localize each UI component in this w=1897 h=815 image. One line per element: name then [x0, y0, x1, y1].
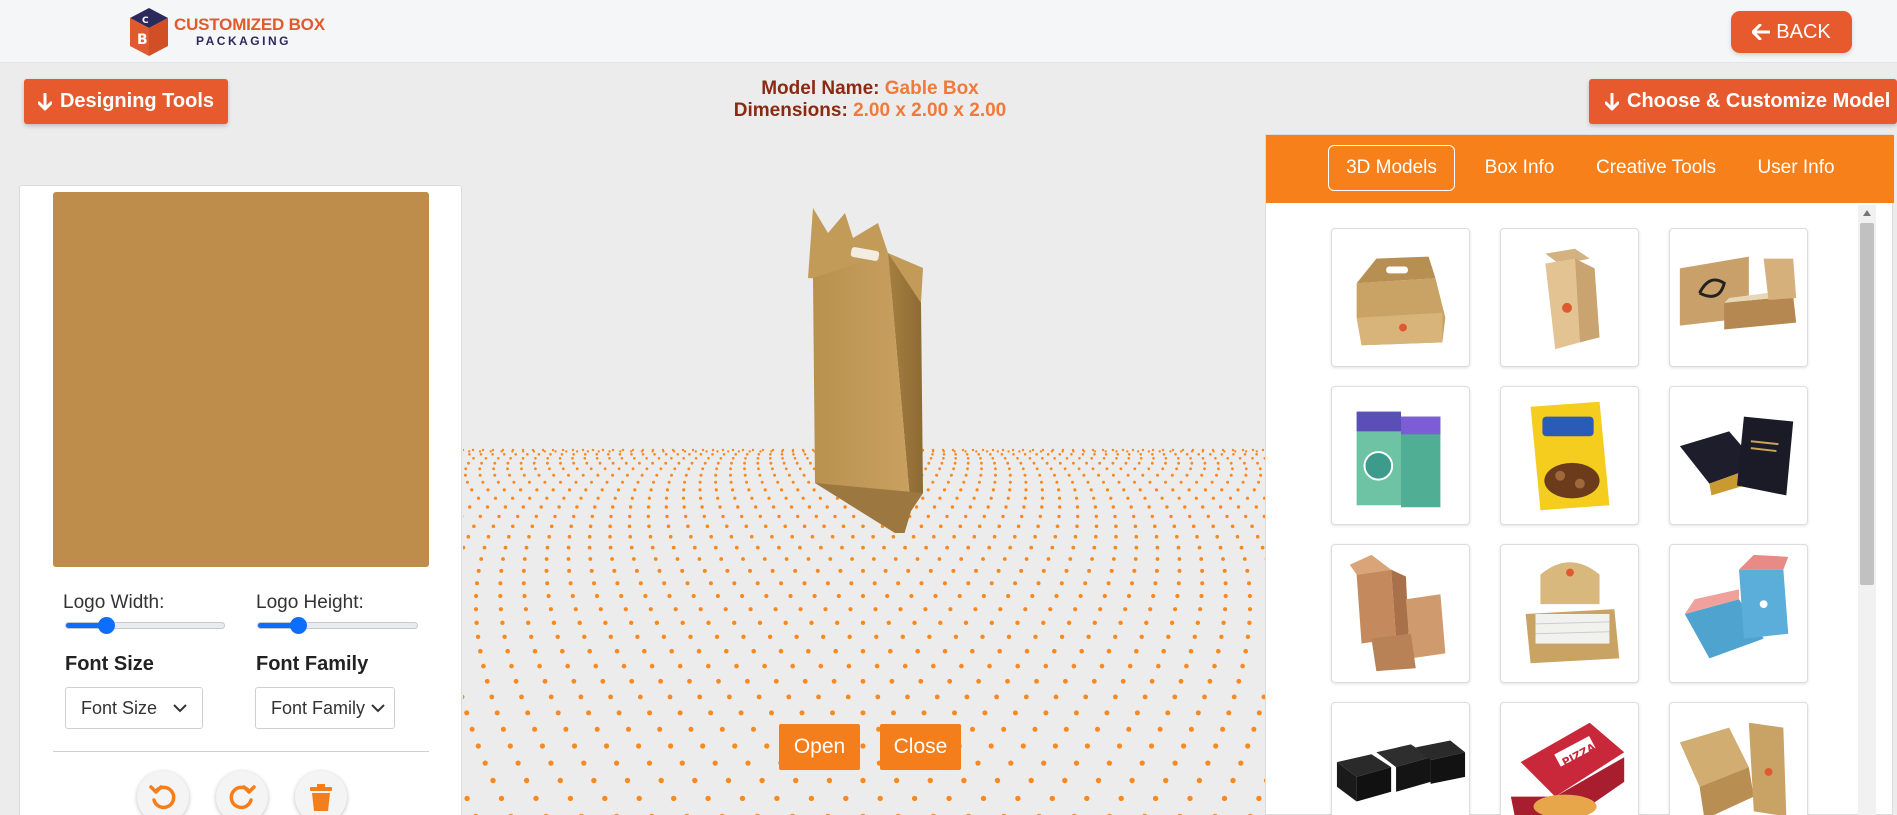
blue-folding-box-image [1684, 554, 1789, 659]
brand-name: CUSTOMIZED BOX [174, 15, 325, 34]
model-thumb-display-pack-box[interactable] [1331, 386, 1470, 525]
designing-tools-panel: Logo Width: Logo Height: Font Size Font … [19, 185, 462, 815]
tab-label: Creative Tools [1595, 157, 1717, 178]
model-thumb-mailer-box[interactable] [1669, 228, 1808, 367]
kraft-sleeve-box-image [1679, 722, 1787, 815]
back-label: BACK [1776, 20, 1831, 43]
top-bar: B C CUSTOMIZED BOX PACKAGING BACK [0, 0, 1897, 63]
font-family-value: Font Family [271, 697, 366, 718]
choose-model-label: Choose & Customize Model [1627, 90, 1891, 112]
close-box-button[interactable]: Close [880, 724, 961, 770]
model-thumb-counter-display-box[interactable] [1500, 544, 1639, 683]
counter-display-box-image [1525, 562, 1620, 664]
font-size-value: Font Size [81, 697, 158, 718]
arrow-down-icon [1605, 92, 1619, 110]
svg-text:C: C [142, 16, 149, 26]
model-chooser-panel: 3D Models Box Info Creative Tools User I… [1265, 134, 1894, 815]
tab-user-info[interactable]: User Info [1734, 145, 1858, 191]
mailer-box-image [1679, 256, 1797, 330]
designing-tools-button[interactable]: Designing Tools [24, 79, 228, 124]
pizza-box-image: PIZZA [1510, 722, 1625, 815]
designing-tools-label: Designing Tools [59, 90, 215, 112]
model-thumb-gable-box[interactable] [1331, 228, 1470, 367]
models-grid: PIZZA [1266, 203, 1894, 815]
gable-box-image [1356, 256, 1446, 346]
choose-customize-model-button[interactable]: Choose & Customize Model [1589, 79, 1897, 124]
scroll-thumb[interactable] [1860, 223, 1874, 585]
logo-cube-icon: B C [130, 8, 168, 56]
chevron-down-icon [371, 704, 385, 713]
model-thumb-pizza-box[interactable]: PIZZA [1500, 702, 1639, 815]
tab-label: Box Info [1484, 157, 1555, 178]
font-size-select[interactable]: Font Size [65, 687, 203, 729]
logo-height-thumb[interactable] [289, 617, 307, 634]
display-pack-box-image [1356, 411, 1441, 508]
tuck-end-box-image [1545, 248, 1600, 350]
logo-width-thumb[interactable] [97, 617, 115, 634]
model-thumb-kraft-sleeve-box[interactable] [1669, 702, 1808, 815]
tab-label: User Info [1757, 157, 1835, 178]
back-button[interactable]: BACK [1731, 11, 1852, 53]
design-preview-canvas[interactable] [53, 192, 429, 567]
panel-tabs: 3D Models Box Info Creative Tools User I… [1266, 135, 1894, 203]
logo-width-label: Logo Width: [63, 592, 165, 613]
3d-viewport[interactable] [463, 130, 1265, 815]
tab-creative-tools[interactable]: Creative Tools [1580, 145, 1732, 191]
model-thumb-snack-counter-box[interactable] [1500, 386, 1639, 525]
arrow-left-icon [1752, 24, 1771, 40]
close-label: Close [893, 735, 948, 758]
model-thumb-black-premium-box[interactable] [1669, 386, 1808, 525]
model-dimensions-row: Dimensions: 2.00 x 2.00 x 2.00 [650, 100, 1090, 122]
model-thumb-blue-folding-box[interactable] [1669, 544, 1808, 683]
model-dims-label: Dimensions: [733, 100, 848, 121]
logo-height-slider[interactable] [257, 617, 418, 634]
trash-icon [310, 784, 332, 811]
model-info: Model Name: Gable Box Dimensions: 2.00 x… [650, 78, 1090, 122]
tab-3d-models[interactable]: 3D Models [1328, 145, 1455, 191]
svg-text:B: B [137, 32, 148, 48]
undo-button[interactable] [137, 771, 189, 815]
logo-width-slider[interactable] [65, 617, 225, 634]
arrow-down-icon [37, 92, 52, 110]
model-name-row: Model Name: Gable Box [650, 78, 1090, 100]
tab-box-info[interactable]: Box Info [1467, 145, 1572, 191]
model-thumb-tuck-end-box[interactable] [1500, 228, 1639, 367]
redo-button[interactable] [216, 771, 268, 815]
undo-icon [149, 785, 176, 810]
model-name-value: Gable Box [884, 78, 979, 99]
delete-button[interactable] [295, 771, 347, 815]
open-box-button[interactable]: Open [779, 724, 860, 770]
font-size-label: Font Size [65, 653, 154, 675]
model-dims-value: 2.00 x 2.00 x 2.00 [853, 100, 1007, 121]
tab-label: 3D Models [1346, 157, 1437, 178]
brand-logo[interactable]: B C CUSTOMIZED BOX PACKAGING [126, 6, 326, 58]
model-name-label: Model Name: [761, 78, 880, 99]
open-label: Open [793, 735, 846, 758]
kraft-box-set-image [1349, 554, 1446, 672]
brand-subtitle: PACKAGING [196, 34, 291, 48]
panel-divider [53, 751, 429, 752]
models-scrollbar[interactable] [1858, 205, 1876, 815]
font-family-label: Font Family [256, 653, 369, 675]
chevron-down-icon [173, 704, 187, 713]
logo-height-label: Logo Height: [256, 592, 364, 613]
font-family-select[interactable]: Font Family [255, 687, 395, 729]
gable-box-model [808, 208, 923, 533]
black-premium-box-image [1679, 416, 1794, 496]
scroll-up-arrow-icon[interactable] [1863, 210, 1871, 216]
black-rigid-boxes-image [1336, 740, 1466, 802]
model-thumb-black-rigid-boxes[interactable] [1331, 702, 1470, 815]
snack-counter-box-image [1530, 401, 1610, 511]
model-thumb-kraft-box-set[interactable] [1331, 544, 1470, 683]
redo-icon [229, 785, 256, 810]
